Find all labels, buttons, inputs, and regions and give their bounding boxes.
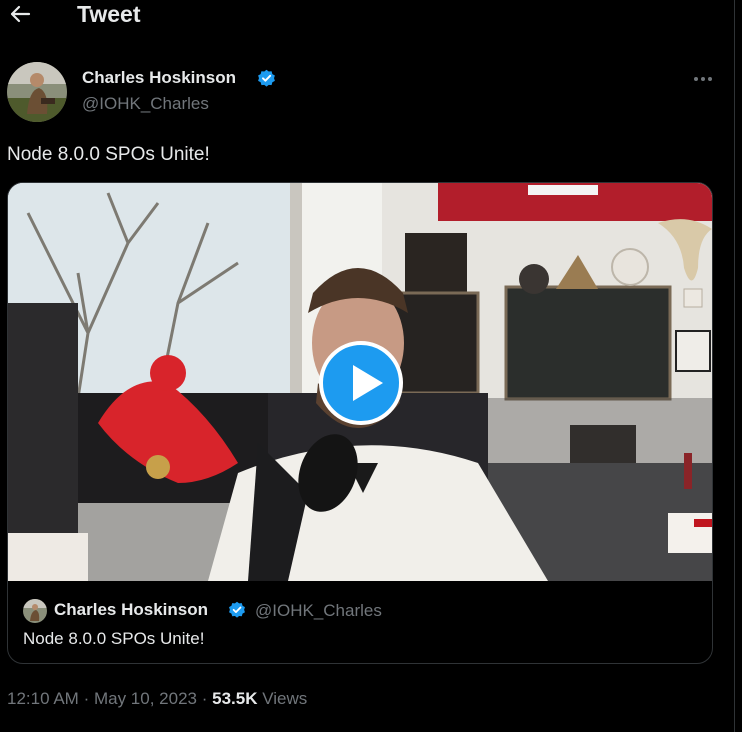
separator-dot: · (83, 689, 90, 708)
avatar[interactable] (7, 62, 67, 122)
play-button[interactable] (319, 341, 403, 425)
author-name[interactable]: Charles Hoskinson (82, 68, 236, 88)
quoted-tweet-card[interactable]: Charles Hoskinson @IOHK_Charles Node 8.0… (7, 182, 713, 664)
video-thumbnail[interactable] (8, 183, 712, 581)
quoted-author-handle[interactable]: @IOHK_Charles (255, 601, 382, 621)
tweet-text: Node 8.0.0 SPOs Unite! (7, 144, 210, 165)
tweet-date[interactable]: May 10, 2023 (94, 689, 197, 708)
quoted-tweet-text: Node 8.0.0 SPOs Unite! (23, 629, 205, 648)
views-label: Views (262, 689, 308, 708)
author-handle[interactable]: @IOHK_Charles (82, 94, 209, 114)
views-count: 53.5K (212, 689, 258, 708)
more-options-icon[interactable] (692, 70, 714, 88)
page-title: Tweet (77, 1, 141, 27)
tweet-meta: 12:10 AM · May 10, 2023 · 53.5K Views (7, 689, 307, 709)
quoted-author-name[interactable]: Charles Hoskinson (54, 600, 208, 620)
tweet-time[interactable]: 12:10 AM (7, 689, 79, 708)
quoted-avatar[interactable] (23, 599, 47, 623)
verified-badge-icon (257, 69, 276, 88)
top-bar: Tweet (0, 0, 734, 30)
separator-dot: · (201, 689, 208, 708)
arrow-left-icon[interactable] (9, 2, 31, 26)
column-border (734, 0, 735, 732)
verified-badge-icon (228, 601, 246, 619)
